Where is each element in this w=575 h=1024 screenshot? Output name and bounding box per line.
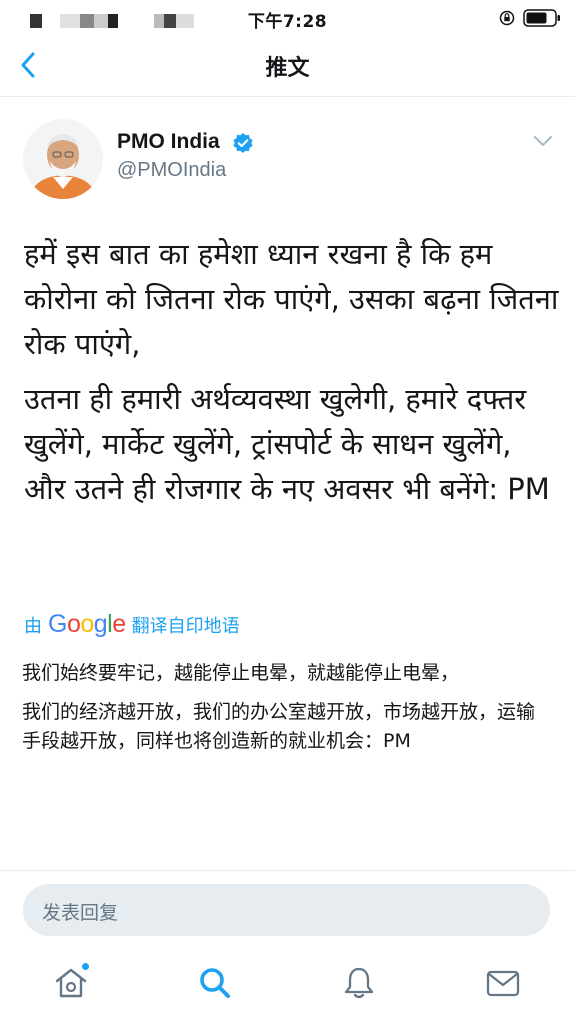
search-icon[interactable] [197,965,233,1001]
verified-badge-icon [233,133,253,153]
translation-paragraph: 我们的经济越开放，我们的办公室越开放，市场越开放，运输手段越开放，同样也将创造新… [22,701,536,752]
google-logo: Google [48,610,126,638]
avatar[interactable] [23,119,103,199]
tweet-paragraph: उतना ही हमारी अर्थव्यवस्था खुलेगी, हमारे… [24,382,550,506]
chevron-down-icon[interactable] [531,133,555,149]
page-title: 推文 [265,56,310,81]
messages-icon[interactable] [485,965,521,1001]
tweet-text: हमें इस बात का हमेशा ध्यान रखना है कि हम… [24,232,559,512]
home-icon[interactable] [53,965,89,1001]
portrait-lock-icon [499,10,515,26]
new-content-dot [82,963,89,970]
reply-placeholder: 发表回复 [42,902,119,924]
status-bar: 下午7:28 [0,0,575,36]
tweet-paragraph: हमें इस बात का हमेशा ध्यान रखना है कि हम… [24,237,559,361]
translate-prefix: 由 [24,615,42,637]
translate-suffix: 翻译自印地语 [131,615,240,637]
divider [0,870,575,871]
notifications-icon[interactable] [341,965,377,1001]
author-handle[interactable]: @PMOIndia [117,159,226,182]
avatar-portrait [23,119,103,199]
reply-input[interactable]: 发表回复 [23,884,550,936]
translation-paragraph: 我们始终要牢记，越能停止电晕，就越能停止电晕， [22,662,460,684]
battery-icon [523,9,560,27]
translate-link[interactable]: 由 Google 翻译自印地语 [24,610,240,639]
translated-text: 我们始终要牢记，越能停止电晕，就越能停止电晕， 我们的经济越开放，我们的办公室越… [22,659,552,756]
author-name[interactable]: PMO India [117,130,220,154]
status-time: 下午7:28 [247,12,328,32]
nav-bar: 推文 [0,36,575,97]
